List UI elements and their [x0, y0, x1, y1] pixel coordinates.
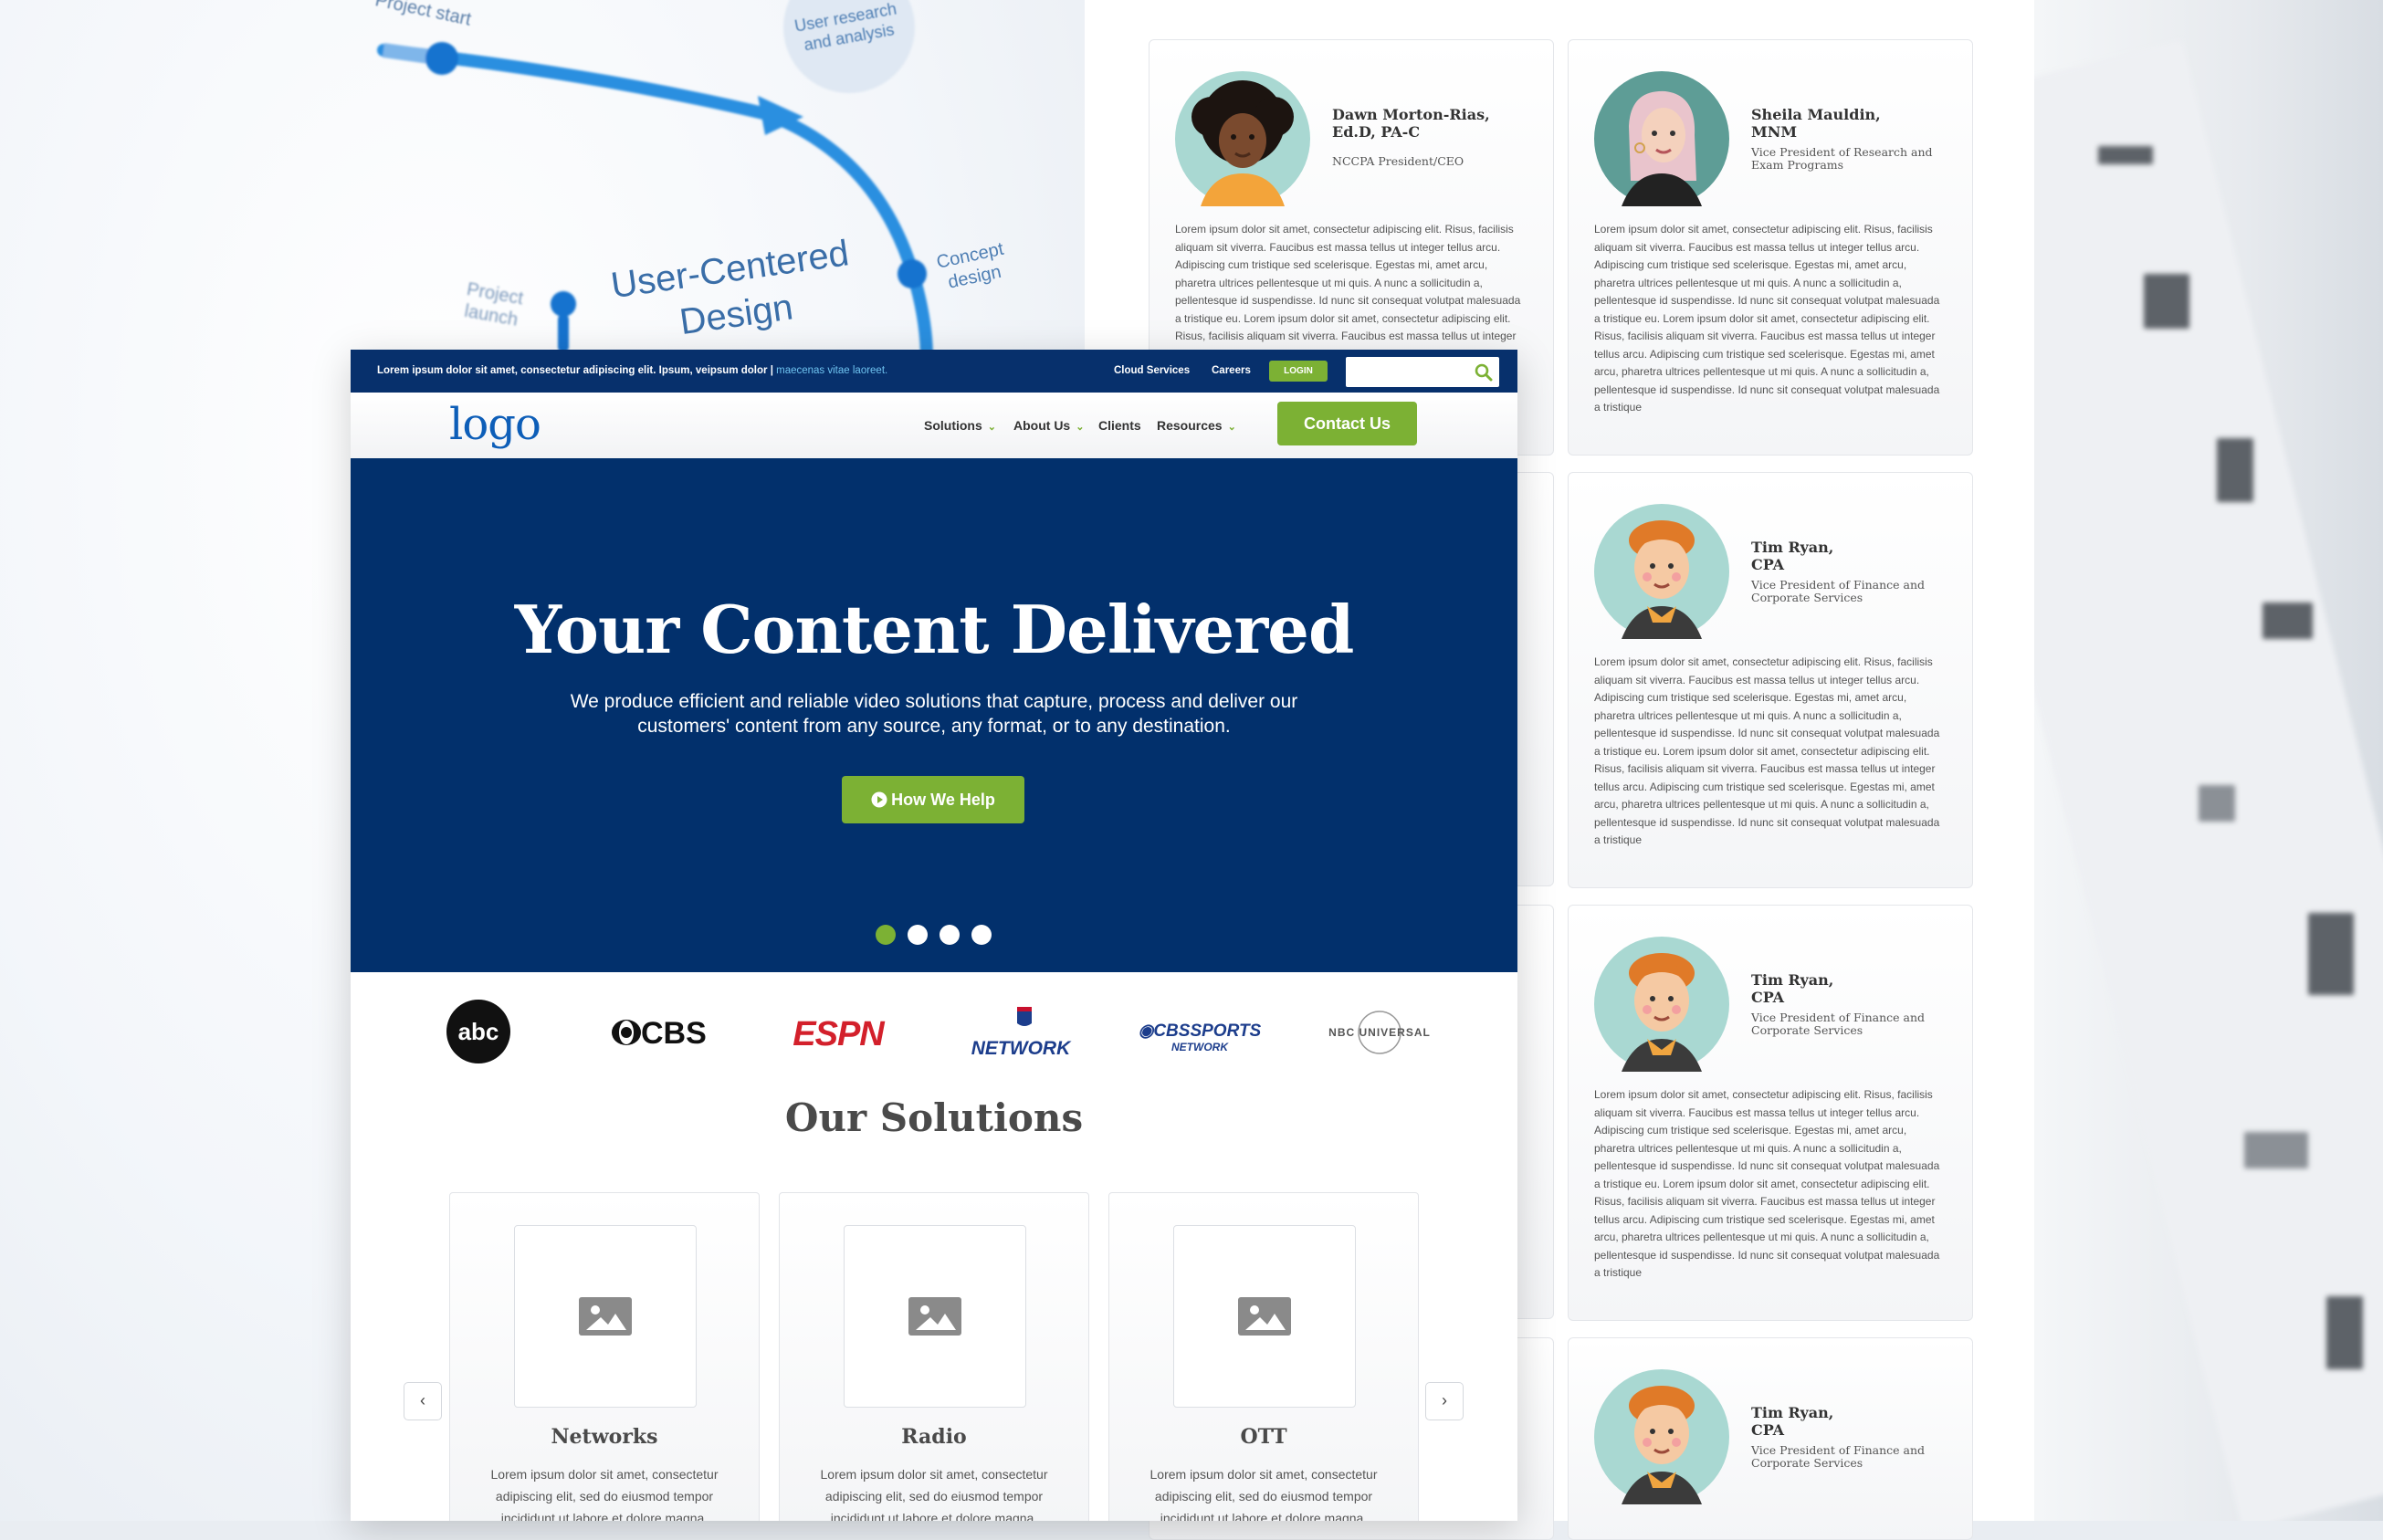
team-role: Vice President of Finance and Corporate … — [1751, 1443, 1926, 1470]
utility-message-text: Lorem ipsum dolor sit amet, consectetur … — [377, 365, 773, 376]
team-role: NCCPA President/CEO — [1332, 154, 1464, 168]
chevron-down-icon: ⌄ — [1076, 422, 1085, 433]
team-card: Tim Ryan, CPA Vice President of Finance … — [1568, 905, 1973, 1321]
team-role: Vice President of Finance and Corporate … — [1751, 1011, 1926, 1037]
avatar-tim — [1594, 937, 1729, 1072]
solutions-title: Our Solutions — [784, 1095, 1084, 1140]
carousel-prev-button[interactable]: ‹ — [404, 1382, 442, 1420]
team-name: Dawn Morton-Rias, Ed.D, PA-C — [1332, 106, 1490, 141]
utility-message: Lorem ipsum dolor sit amet, consectetur … — [377, 365, 887, 376]
nav-label: About Us — [1013, 418, 1071, 433]
slide-dot-1[interactable] — [876, 925, 896, 945]
main-nav: logo Solutions ⌄ About Us ⌄ Clients Resour… — [351, 393, 1517, 458]
team-bio: Lorem ipsum dolor sit amet, consectetur … — [1594, 1088, 1940, 1279]
solution-desc: Lorem ipsum dolor sit amet, consectetur … — [490, 1467, 719, 1521]
solution-title: Radio — [901, 1425, 967, 1449]
team-role: Vice President of Finance and Corporate … — [1751, 578, 1926, 604]
nav-solutions[interactable]: Solutions ⌄ — [924, 418, 996, 433]
hero-subtitle: We produce efficient and reliable video … — [570, 691, 1298, 737]
site-logo[interactable]: logo — [449, 399, 541, 450]
team-card: Tim Ryan, CPA Vice President of Finance … — [1568, 1337, 1973, 1540]
cbs-logo: CBS — [612, 1016, 707, 1051]
nav-label: Resources — [1157, 418, 1223, 433]
avatar-sheila — [1594, 71, 1729, 206]
solution-desc: Lorem ipsum dolor sit amet, consectetur … — [1150, 1467, 1378, 1521]
solution-title: OTT — [1240, 1425, 1287, 1449]
nav-label: Solutions — [924, 418, 982, 433]
team-bio: Lorem ipsum dolor sit amet, consectetur … — [1594, 655, 1940, 846]
nav-resources[interactable]: Resources ⌄ — [1157, 418, 1236, 433]
solution-title: Networks — [551, 1425, 658, 1449]
slide-dot-4[interactable] — [971, 925, 992, 945]
image-placeholder-icon — [908, 1297, 961, 1336]
slide-dot-3[interactable] — [940, 925, 960, 945]
nav-clients[interactable]: Clients — [1098, 418, 1141, 433]
team-card: Sheila Mauldin, MNM Vice President of Re… — [1568, 39, 1973, 456]
search-icon[interactable] — [1475, 363, 1493, 382]
slide-dot-2[interactable] — [908, 925, 928, 945]
team-bio: Lorem ipsum dolor sit amet, consectetur … — [1594, 223, 1940, 414]
cbs-sports-logo-text: ◉CBSSPORTS — [1139, 1021, 1262, 1041]
nfl-network-logo: NETWORK — [971, 1007, 1072, 1059]
client-logos: abc CBS ESPN NETWORK ◉CBSSPORTS NETWORK … — [351, 972, 1517, 1091]
cbs-sports-network-text: NETWORK — [1171, 1041, 1229, 1053]
team-name: Tim Ryan, CPA — [1751, 539, 1834, 573]
image-placeholder-icon — [579, 1297, 632, 1336]
solution-thumbnail — [514, 1225, 697, 1408]
chevron-left-icon: ‹ — [420, 1391, 425, 1409]
play-icon — [871, 791, 887, 808]
avatar-tim — [1594, 1369, 1729, 1504]
image-placeholder-icon — [1238, 1297, 1291, 1336]
solution-thumbnail — [844, 1225, 1026, 1408]
search-input[interactable] — [1346, 357, 1499, 387]
careers-link[interactable]: Careers — [1212, 365, 1251, 376]
solution-desc: Lorem ipsum dolor sit amet, consectetur … — [820, 1467, 1048, 1521]
hero-banner: Your Content Delivered We produce effici… — [351, 458, 1517, 972]
solution-card-radio[interactable]: Radio Lorem ipsum dolor sit amet, consec… — [779, 1192, 1089, 1521]
espn-logo: ESPN — [793, 1015, 887, 1053]
team-bio: Lorem ipsum dolor sit amet, consectetur … — [1175, 223, 1521, 361]
nbc-universal-logo-text: NBC UNIVERSAL — [1328, 1026, 1431, 1039]
contact-us-button[interactable]: Contact Us — [1277, 402, 1417, 445]
abc-logo: abc — [446, 1000, 510, 1063]
team-name: Sheila Mauldin, MNM — [1751, 106, 1881, 141]
cbs-sports-network-logo: ◉CBSSPORTS NETWORK — [1139, 1021, 1262, 1053]
login-button[interactable]: LOGIN — [1269, 361, 1328, 382]
avatar-dawn — [1175, 71, 1310, 206]
espn-logo-text: ESPN — [793, 1015, 886, 1053]
background-wireframes — [2034, 0, 2383, 1521]
team-role: Vice President of Research and Exam Prog… — [1751, 145, 1933, 172]
utility-bar: Lorem ipsum dolor sit amet, consectetur … — [351, 350, 1517, 393]
nav-label: Clients — [1098, 418, 1141, 433]
chevron-down-icon: ⌄ — [1227, 422, 1236, 433]
solution-card-ott[interactable]: OTT Lorem ipsum dolor sit amet, consecte… — [1108, 1192, 1419, 1521]
team-name: Tim Ryan, CPA — [1751, 1404, 1834, 1439]
how-we-help-button[interactable]: How We Help — [842, 776, 1024, 823]
carousel-next-button[interactable]: › — [1425, 1382, 1464, 1420]
nfl-network-logo-text: NETWORK — [971, 1038, 1072, 1059]
cloud-services-link[interactable]: Cloud Services — [1114, 365, 1190, 376]
client-logo-strip: abc CBS ESPN NETWORK ◉CBSSPORTS NETWORK … — [446, 1000, 1431, 1063]
chevron-right-icon: › — [1442, 1391, 1447, 1409]
chevron-down-icon: ⌄ — [987, 422, 996, 433]
solution-card-networks[interactable]: Networks Lorem ipsum dolor sit amet, con… — [449, 1192, 760, 1521]
hero-title: Your Content Delivered — [514, 591, 1355, 668]
solution-thumbnail — [1173, 1225, 1356, 1408]
website-mockup: Lorem ipsum dolor sit amet, consectetur … — [351, 350, 1517, 1521]
team-name: Tim Ryan, CPA — [1751, 971, 1834, 1006]
utility-message-link[interactable]: maecenas vitae laoreet. — [776, 365, 887, 376]
avatar-tim — [1594, 504, 1729, 639]
nav-about-us[interactable]: About Us ⌄ — [1013, 418, 1084, 433]
team-card: Tim Ryan, CPA Vice President of Finance … — [1568, 472, 1973, 888]
abc-logo-text: abc — [458, 1018, 499, 1045]
cbs-logo-text: CBS — [641, 1016, 707, 1051]
how-we-help-label: How We Help — [891, 791, 995, 809]
nbc-universal-logo: NBC UNIVERSAL — [1328, 1011, 1431, 1054]
